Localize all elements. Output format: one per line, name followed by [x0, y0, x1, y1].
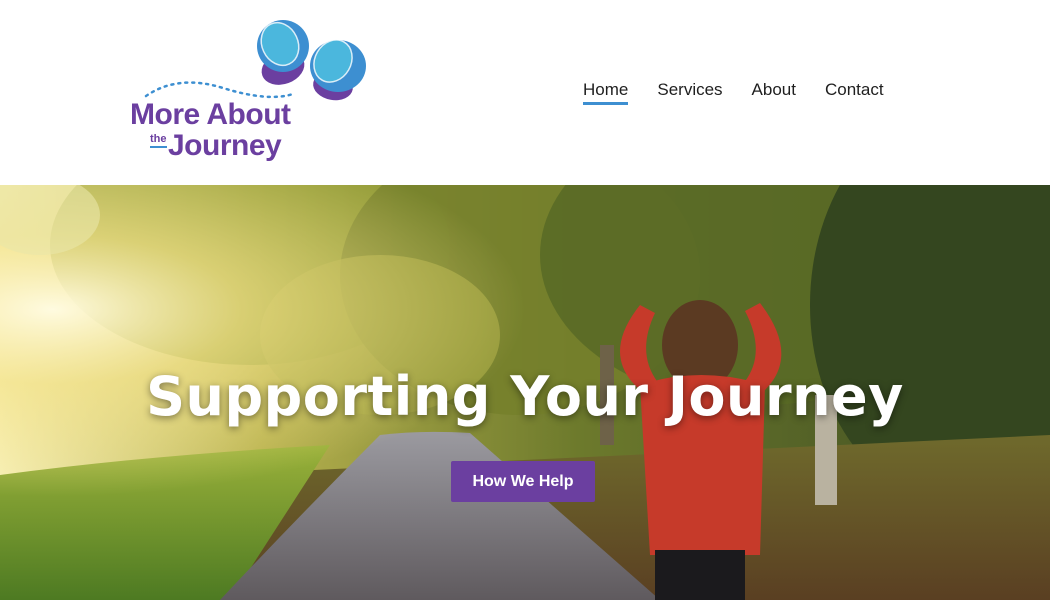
logo-text-line2: Journey — [168, 129, 282, 162]
nav-item-home[interactable]: Home — [583, 80, 629, 105]
butterfly-icon — [144, 20, 366, 101]
nav-item-contact[interactable]: Contact — [825, 80, 884, 104]
main-nav: Home Services About Contact — [583, 80, 884, 105]
nav-item-about[interactable]: About — [752, 80, 796, 104]
site-header: More About the Journey Home Services Abo… — [0, 0, 1050, 185]
logo-text-the: the — [150, 134, 167, 148]
how-we-help-button[interactable]: How We Help — [451, 461, 595, 502]
hero-title: Supporting Your Journey — [146, 365, 904, 428]
logo-text-line1: More About — [130, 98, 291, 131]
site-logo[interactable]: More About the Journey — [128, 16, 368, 168]
hero-section: Supporting Your Journey How We Help — [0, 185, 1050, 600]
nav-item-services[interactable]: Services — [657, 80, 722, 104]
